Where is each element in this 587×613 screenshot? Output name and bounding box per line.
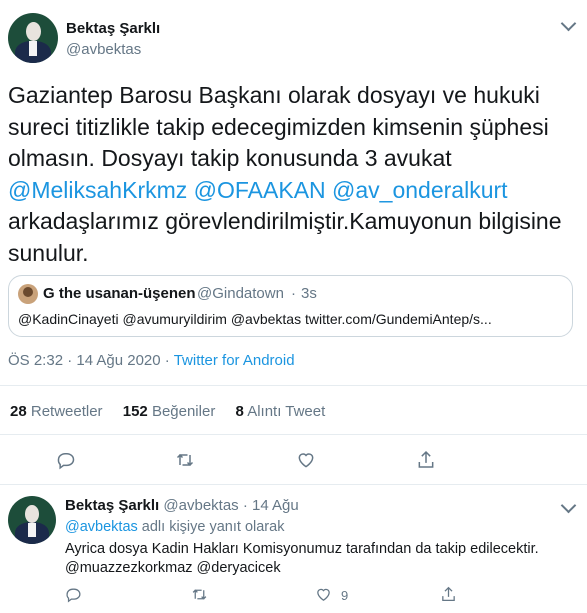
reply-like-count: 9 <box>341 588 349 603</box>
tweet-source-link[interactable]: Twitter for Android <box>174 352 295 369</box>
avatar-head <box>25 22 41 41</box>
replying-to-mention[interactable]: @avbektas <box>65 519 138 535</box>
reply-text: Ayrica dosya Kadin Hakları Komisyonumuz … <box>65 541 539 557</box>
avatar-shirt <box>28 522 36 538</box>
quoted-avatar-head <box>23 287 33 297</box>
reply-author-name[interactable]: Bektaş Şarklı <box>65 497 159 514</box>
mention-link[interactable]: @MeliksahKrkmz <box>8 177 187 203</box>
mention-link[interactable]: @av_onderalkurt <box>332 177 508 203</box>
chevron-down-icon[interactable] <box>560 497 577 514</box>
tweet-text-line: sureci titizlikle takip edecegimizden ki… <box>8 113 549 140</box>
replying-to: @avbektas adlı kişiye yanıt olarak <box>65 519 284 535</box>
reply-mentions[interactable]: @muazzezkorkmaz @deryacicek <box>65 560 281 576</box>
divider <box>0 385 587 386</box>
quoted-tweet[interactable]: G the usanan-üşenen @Gindatown · 3s @Kad… <box>8 275 573 337</box>
tweet-text-line: arkadaşlarımız görevlendirilmiştir.Kamuy… <box>8 208 562 234</box>
like-icon[interactable] <box>315 586 332 603</box>
reply-author-meta[interactable]: @avbektas · 14 Ağu <box>163 497 298 514</box>
likes-label: Beğeniler <box>151 403 216 420</box>
quoted-author-name: G the usanan-üşenen <box>43 285 196 302</box>
tweet-text-line: sunulur. <box>8 239 89 266</box>
chevron-down-icon[interactable] <box>560 15 577 32</box>
retweets-stat[interactable]: 28 Retweetler <box>10 403 103 420</box>
like-icon[interactable] <box>296 450 316 470</box>
tweet-text-line: Gaziantep Barosu Başkanı olarak dosyayı … <box>8 82 540 108</box>
replying-to-text: adlı kişiye yanıt olarak <box>141 519 285 535</box>
retweet-icon[interactable] <box>174 450 196 470</box>
tweet-timestamp[interactable]: ÖS 2:32 · 14 Ağu 2020 · <box>8 352 170 369</box>
reply-icon[interactable] <box>56 450 76 470</box>
likes-count: 152 <box>122 403 148 420</box>
author-handle[interactable]: @avbektas <box>66 41 141 58</box>
quote-tweets-label: Alıntı Tweet <box>247 403 326 420</box>
share-icon[interactable] <box>416 449 436 470</box>
quote-tweets-stat[interactable]: 8 Alıntı Tweet <box>236 403 326 420</box>
mention-link[interactable]: @OFAAKAN <box>194 177 326 203</box>
divider <box>0 434 587 435</box>
quoted-separator: · <box>291 285 296 302</box>
quoted-text: @KadinCinayeti @avumuryildirim @avbektas… <box>18 311 492 327</box>
author-name[interactable]: Bektaş Şarklı <box>66 20 160 37</box>
quoted-author-handle: @Gindatown <box>197 285 284 302</box>
author-avatar[interactable] <box>8 13 58 63</box>
quoted-time: 3s <box>301 285 317 302</box>
retweet-icon[interactable] <box>190 586 209 603</box>
quoted-author-avatar <box>18 284 38 304</box>
tweet-timestamp-line: ÖS 2:32 · 14 Ağu 2020 · Twitter for Andr… <box>8 352 295 369</box>
avatar-head <box>24 504 40 523</box>
tweet-text: Gaziantep Barosu Başkanı olarak dosyayı … <box>8 80 583 269</box>
reply-author-avatar[interactable] <box>8 496 56 544</box>
tweet-text-line: olmasın. Dosyayı takip konusunda 3 avuka… <box>8 145 452 171</box>
share-icon[interactable] <box>440 585 457 603</box>
retweets-count: 28 <box>10 403 27 420</box>
avatar-shirt <box>29 41 37 56</box>
divider <box>0 484 587 485</box>
quote-tweets-count: 8 <box>235 403 244 420</box>
likes-stat[interactable]: 152 Beğeniler <box>123 403 216 420</box>
reply-header: Bektaş Şarklı @avbektas · 14 Ağu <box>65 497 299 514</box>
reply-icon[interactable] <box>65 586 82 603</box>
retweets-label: Retweetler <box>30 403 103 420</box>
tweet-mentions-line: @MeliksahKrkmz @OFAAKAN @av_onderalkurt <box>8 175 583 207</box>
tweet-stats: 28 Retweetler 152 Beğeniler 8 Alıntı Twe… <box>10 403 341 420</box>
